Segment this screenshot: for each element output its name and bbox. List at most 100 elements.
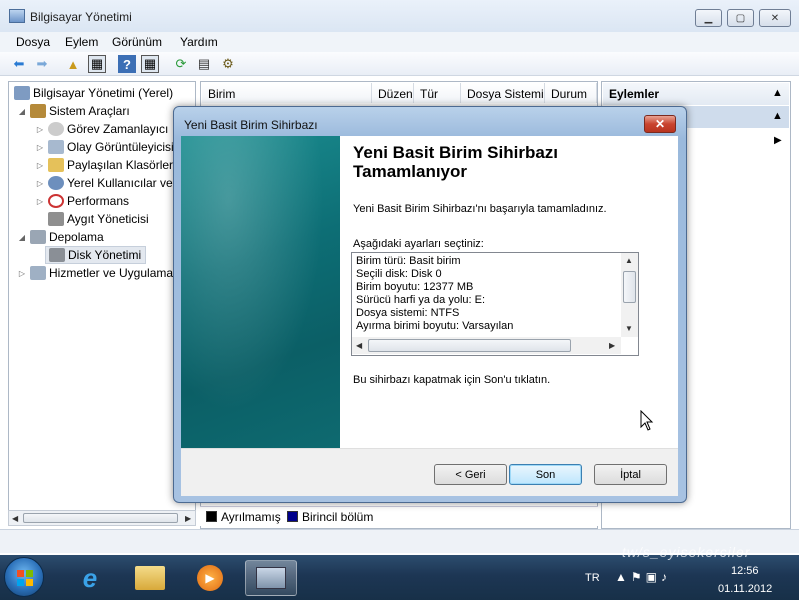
wizard-heading-line2: Tamamlanıyor bbox=[353, 162, 468, 181]
settings-line: Seçili disk: Disk 0 bbox=[356, 268, 442, 280]
tree-item-disk-management[interactable]: Disk Yönetimi bbox=[45, 246, 147, 264]
close-button[interactable]: ✕ bbox=[759, 9, 791, 27]
wizard-banner-sheen bbox=[181, 136, 340, 448]
collapse-section-icon[interactable]: ▲ bbox=[772, 110, 783, 122]
legend-swatch bbox=[206, 511, 217, 522]
back-button[interactable]: < Geri bbox=[434, 464, 507, 485]
expand-arrow-icon[interactable]: ▷ bbox=[35, 161, 45, 170]
column-header-volume[interactable]: Birim bbox=[202, 83, 372, 103]
settings-line: Dosya sistemi: NTFS bbox=[356, 307, 460, 319]
tree-item-storage[interactable]: ◢ Depolama bbox=[17, 228, 104, 246]
properties-icon[interactable]: ▦ bbox=[141, 55, 159, 73]
disk-legend: Ayrılmamış Birincil bölüm bbox=[200, 506, 598, 526]
network-icon[interactable]: ▣ bbox=[646, 570, 661, 584]
expand-arrow-icon[interactable]: ▷ bbox=[17, 269, 27, 278]
tree-item-task-scheduler[interactable]: ▷ Görev Zamanlayıcı bbox=[35, 120, 168, 138]
system-tray-icons[interactable]: ▲⚑▣♪ bbox=[615, 570, 671, 584]
maximize-icon: ▢ bbox=[735, 12, 746, 24]
tree-item-computer[interactable]: Bilgisayar Yönetimi (Yerel) bbox=[11, 84, 173, 102]
tree-item-device-manager[interactable]: Aygıt Yöneticisi bbox=[45, 210, 149, 228]
collapse-arrow-icon[interactable]: ◢ bbox=[17, 233, 27, 242]
expand-arrow-icon[interactable]: ▷ bbox=[35, 197, 45, 206]
action-center-flag-icon[interactable]: ⚑ bbox=[631, 570, 646, 584]
collapse-actions-icon[interactable]: ▲ bbox=[772, 87, 783, 99]
scroll-thumb[interactable] bbox=[368, 339, 571, 352]
taskbar bbox=[0, 555, 799, 600]
taskbar-explorer[interactable] bbox=[124, 560, 176, 596]
show-hidden-icons-icon[interactable]: ▲ bbox=[615, 570, 631, 584]
scroll-left-icon[interactable]: ◀ bbox=[356, 341, 362, 350]
tree-item-event-viewer[interactable]: ▷ Olay Görüntüleyicisi bbox=[35, 138, 174, 156]
forward-arrow-icon[interactable]: ➡ bbox=[33, 55, 51, 73]
menu-eylem[interactable]: Eylem bbox=[65, 35, 98, 49]
scroll-left-icon[interactable]: ◀ bbox=[12, 514, 18, 523]
expand-arrow-icon[interactable]: ▷ bbox=[35, 125, 45, 134]
settings-icon[interactable]: ⚙ bbox=[219, 55, 237, 73]
services-icon bbox=[30, 266, 46, 280]
clock-time[interactable]: 12:56 bbox=[731, 565, 759, 577]
refresh-icon[interactable]: ⟳ bbox=[172, 55, 190, 73]
windows-logo-icon bbox=[17, 570, 33, 586]
users-icon bbox=[48, 176, 64, 190]
device-manager-icon bbox=[48, 212, 64, 226]
storage-icon bbox=[30, 230, 46, 244]
expand-arrow-icon[interactable]: ▷ bbox=[35, 179, 45, 188]
maximize-button[interactable]: ▢ bbox=[727, 9, 754, 27]
taskbar-computer-management[interactable] bbox=[245, 560, 297, 596]
watermark: tw/s_eyisekerciler bbox=[622, 544, 751, 560]
collapse-arrow-icon[interactable]: ◢ bbox=[17, 107, 27, 116]
scroll-up-icon[interactable]: ▲ bbox=[625, 256, 633, 265]
tree-item-services[interactable]: ▷ Hizmetler ve Uygulamala bbox=[17, 264, 182, 282]
taskbar-internet-explorer[interactable]: e bbox=[64, 560, 116, 596]
scroll-right-icon[interactable]: ▶ bbox=[609, 341, 615, 350]
scroll-thumb[interactable] bbox=[23, 513, 178, 523]
column-header-layout[interactable]: Düzen bbox=[372, 83, 414, 103]
actions-title: Eylemler bbox=[603, 83, 789, 105]
wizard-heading-line1: Yeni Basit Birim Sihirbazı bbox=[353, 143, 559, 162]
tree-item-performance[interactable]: ▷ Performans bbox=[35, 192, 129, 210]
tree-item-system-tools[interactable]: ◢ Sistem Araçları bbox=[17, 102, 130, 120]
column-header-file-system[interactable]: Dosya Sistemi bbox=[461, 83, 545, 103]
menu-dosya[interactable]: Dosya bbox=[16, 35, 50, 49]
back-arrow-icon[interactable]: ⬅ bbox=[10, 55, 28, 73]
scroll-thumb[interactable] bbox=[623, 271, 636, 303]
export-icon[interactable]: ▤ bbox=[195, 55, 213, 73]
tree-item-label: Aygıt Yöneticisi bbox=[67, 212, 149, 226]
menu-yardim[interactable]: Yardım bbox=[180, 35, 218, 49]
media-player-icon: ▶ bbox=[197, 565, 223, 591]
tree-item-shared-folders[interactable]: ▷ Paylaşılan Klasörler bbox=[35, 156, 173, 174]
scroll-right-icon[interactable]: ▶ bbox=[185, 514, 191, 523]
close-instruction-text: Bu sihirbazı kapatmak için Son'u tıklatı… bbox=[353, 374, 551, 386]
volume-icon[interactable]: ♪ bbox=[661, 570, 671, 584]
event-viewer-icon bbox=[48, 140, 64, 154]
settings-line: Sürücü harfi ya da yolu: E: bbox=[356, 294, 486, 306]
expand-arrow-icon[interactable]: ▷ bbox=[35, 143, 45, 152]
performance-icon bbox=[48, 194, 64, 208]
taskbar-media-player[interactable]: ▶ bbox=[184, 560, 236, 596]
help-icon[interactable]: ? bbox=[118, 55, 136, 73]
legend-swatch bbox=[287, 511, 298, 522]
start-button[interactable] bbox=[4, 557, 44, 597]
tree-item-label: Disk Yönetimi bbox=[68, 248, 142, 262]
column-header-status[interactable]: Durum bbox=[545, 83, 597, 103]
wizard-heading: Yeni Basit Birim Sihirbazı Tamamlanıyor bbox=[353, 143, 653, 181]
minimize-icon: ▁ bbox=[704, 12, 713, 24]
tree-horizontal-scrollbar[interactable]: ◀ ▶ bbox=[8, 510, 196, 526]
clock-date[interactable]: 01.11.2012 bbox=[718, 583, 772, 595]
tree-item-local-users[interactable]: ▷ Yerel Kullanıcılar ve bbox=[35, 174, 173, 192]
language-indicator[interactable]: TR bbox=[585, 572, 600, 584]
clock-icon bbox=[48, 122, 64, 136]
scroll-down-icon[interactable]: ▼ bbox=[625, 324, 633, 333]
finish-button[interactable]: Son bbox=[509, 464, 582, 485]
column-header-type[interactable]: Tür bbox=[414, 83, 461, 103]
settings-line: Birim boyutu: 12377 MB bbox=[356, 281, 474, 293]
cancel-button[interactable]: İptal bbox=[594, 464, 667, 485]
menu-gorunum[interactable]: Görünüm bbox=[112, 35, 162, 49]
up-folder-icon[interactable]: ▲ bbox=[64, 55, 82, 73]
minimize-button[interactable]: ▁ bbox=[695, 9, 722, 27]
submenu-arrow-icon[interactable]: ▶ bbox=[774, 135, 782, 146]
dialog-close-button[interactable]: ✕ bbox=[644, 115, 676, 133]
tree-item-label: Paylaşılan Klasörler bbox=[67, 158, 174, 172]
show-hide-tree-icon[interactable]: ▦ bbox=[88, 55, 106, 73]
dialog-title: Yeni Basit Birim Sihirbazı bbox=[184, 118, 318, 132]
